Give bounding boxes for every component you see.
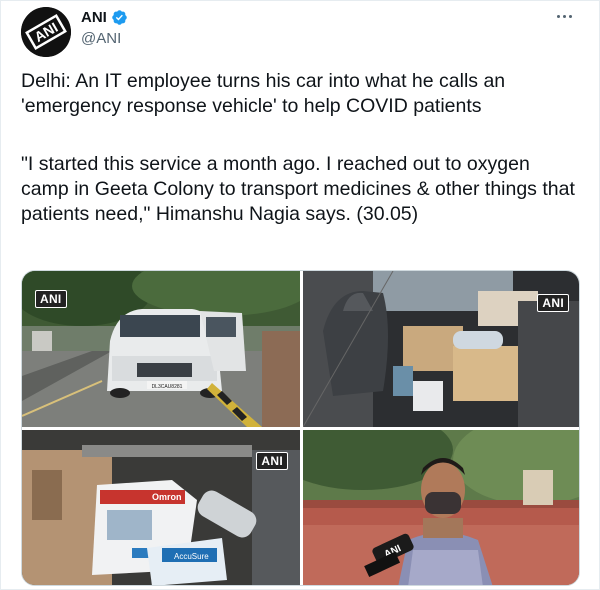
svg-text:Omron: Omron — [152, 492, 182, 502]
interview-photo: ANI — [303, 430, 579, 585]
media-image-car-street[interactable]: DL3CAU8281 ANI — [22, 271, 300, 427]
author-name-row: ANI — [81, 9, 128, 26]
display-name[interactable]: ANI — [81, 9, 107, 26]
author-handle[interactable]: @ANI — [81, 30, 121, 47]
ani-watermark: ANI — [256, 452, 288, 470]
tweet-text-paragraph-1: Delhi: An IT employee turns his car into… — [21, 70, 506, 117]
media-grid: DL3CAU8281 ANI ANI Omron AccuSure ANI AN… — [21, 270, 580, 586]
svg-text:DL3CAU8281: DL3CAU8281 — [152, 384, 183, 390]
ani-logo-icon: ANI — [21, 7, 71, 57]
profile-avatar[interactable]: ANI — [21, 7, 71, 57]
ani-watermark: ANI — [35, 290, 67, 308]
verified-badge-icon — [112, 10, 127, 25]
svg-text:AccuSure: AccuSure — [174, 552, 209, 561]
media-image-interview[interactable]: ANI — [303, 430, 579, 585]
media-image-medical-supplies[interactable]: Omron AccuSure ANI — [22, 430, 300, 585]
ani-watermark: ANI — [537, 294, 569, 312]
media-image-car-interior[interactable]: ANI — [303, 271, 579, 427]
more-options-icon[interactable] — [549, 5, 579, 27]
tweet-text-paragraph-2: "I started this service a month ago. I r… — [21, 153, 575, 225]
tweet-card: ANI ANI @ANI Delhi: An IT employee turns… — [0, 0, 600, 590]
